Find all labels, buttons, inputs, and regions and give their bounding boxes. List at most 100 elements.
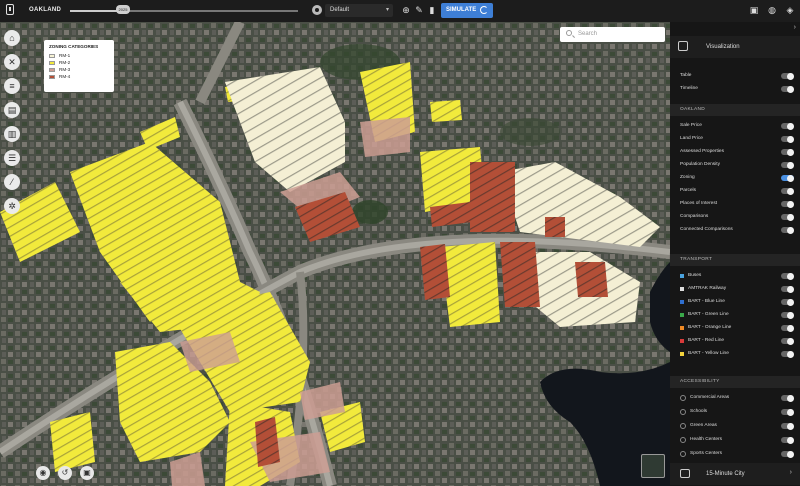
row-population-density: Population Density bbox=[680, 159, 794, 171]
row-label: Buses bbox=[688, 273, 702, 278]
home-icon[interactable]: ⌂ bbox=[4, 30, 20, 46]
toggle-switch[interactable] bbox=[781, 200, 794, 208]
add-icon[interactable]: ⊕ bbox=[401, 5, 411, 15]
row-parcels: Parcels bbox=[680, 185, 794, 197]
row-label: BART - Red Line bbox=[688, 338, 725, 343]
row-label: Land Price bbox=[680, 136, 703, 141]
row-label: Table bbox=[680, 73, 692, 78]
globe-icon[interactable]: ◍ bbox=[767, 5, 777, 15]
radio-icon[interactable] bbox=[680, 451, 686, 457]
section-header-accessibility: ACCESSIBILITY bbox=[670, 376, 800, 388]
zoning-legend: ZONING CATEGORIES RM-1 RM-2 RM-3 RM-4 bbox=[44, 40, 114, 92]
toggle-switch[interactable] bbox=[781, 148, 794, 156]
simulate-label: SIMULATE bbox=[446, 7, 477, 13]
legend-item: RM-1 bbox=[49, 53, 109, 58]
row-label: BART - Orange Line bbox=[688, 325, 732, 330]
search-input[interactable]: Search bbox=[560, 27, 665, 42]
row-label: BART - Green Line bbox=[688, 312, 729, 317]
database-icon[interactable]: ☰ bbox=[4, 150, 20, 166]
chevron-right-icon: › bbox=[789, 469, 792, 476]
row-label: BART - Blue Line bbox=[688, 299, 725, 304]
row-label: Schools bbox=[690, 409, 708, 414]
panel-footer-15-minute-city[interactable]: 15-Minute City › bbox=[670, 463, 800, 485]
legend-swatch bbox=[49, 67, 55, 72]
pencil-icon[interactable]: ✎ bbox=[414, 5, 424, 15]
toggle-switch[interactable] bbox=[781, 187, 794, 195]
row-label: Places of Interest bbox=[680, 201, 718, 206]
radio-icon[interactable] bbox=[680, 437, 686, 443]
timeline-slider[interactable] bbox=[70, 10, 298, 12]
history-icon[interactable]: ↺ bbox=[58, 466, 72, 480]
toggle-switch[interactable] bbox=[781, 135, 794, 143]
toggle-switch[interactable] bbox=[781, 337, 794, 345]
line-color-swatch bbox=[680, 287, 684, 291]
minimap[interactable] bbox=[641, 454, 665, 478]
toggle-switch[interactable] bbox=[781, 161, 794, 169]
tools-icon[interactable]: ✕ bbox=[4, 54, 20, 70]
document-icon[interactable]: ▤ bbox=[4, 102, 20, 118]
panel-title: Visualization bbox=[706, 44, 740, 50]
camera-icon[interactable]: ◉ bbox=[36, 466, 50, 480]
timeline-handle[interactable]: 2025 bbox=[116, 5, 130, 14]
layers-icon[interactable]: ◈ bbox=[785, 5, 795, 15]
row-label: Green Areas bbox=[690, 423, 717, 428]
toggle-switch[interactable] bbox=[781, 122, 794, 130]
radio-icon[interactable] bbox=[680, 423, 686, 429]
legend-label: RM-1 bbox=[59, 53, 71, 58]
brush-icon[interactable]: ⁄ bbox=[4, 174, 20, 190]
legend-title: ZONING CATEGORIES bbox=[49, 44, 99, 49]
screenshot-icon[interactable]: ▣ bbox=[80, 466, 94, 480]
row-land-price: Land Price bbox=[680, 133, 794, 145]
collapse-icon[interactable]: › bbox=[794, 24, 796, 31]
settings-icon[interactable]: ✲ bbox=[4, 198, 20, 214]
toggle-switch[interactable] bbox=[781, 213, 794, 221]
toggle-switch[interactable] bbox=[781, 436, 794, 444]
app-logo-icon bbox=[6, 4, 14, 15]
toggle-switch[interactable] bbox=[781, 85, 794, 93]
toggle-switch[interactable] bbox=[781, 298, 794, 306]
line-color-swatch bbox=[680, 313, 684, 317]
radio-icon[interactable] bbox=[680, 395, 686, 401]
panel-header: Visualization bbox=[670, 36, 800, 58]
toggle-switch[interactable] bbox=[781, 285, 794, 293]
toggle-switch[interactable] bbox=[781, 72, 794, 80]
building-icon[interactable]: ▥ bbox=[4, 126, 20, 142]
top-bar: OAKLAND 2025 Default ▾ ⊕ ✎ ▮ SIMULATE ▣ … bbox=[0, 0, 800, 22]
radio-icon[interactable] bbox=[312, 5, 322, 15]
legend-item: RM-3 bbox=[49, 67, 109, 72]
toggle-switch[interactable] bbox=[781, 324, 794, 332]
toggle-switch[interactable] bbox=[781, 394, 794, 402]
toggle-switch[interactable] bbox=[781, 311, 794, 319]
toggle-switch[interactable] bbox=[781, 408, 794, 416]
legend-swatch bbox=[49, 74, 55, 79]
row-label: Zoning bbox=[680, 175, 695, 180]
preset-select[interactable]: Default ▾ bbox=[325, 4, 393, 17]
legend-item: RM-2 bbox=[49, 60, 109, 65]
toggle-switch[interactable] bbox=[781, 450, 794, 458]
row-places-of-interest: Places of Interest bbox=[680, 198, 794, 210]
row-bart-orange: BART - Orange Line bbox=[680, 322, 794, 334]
legend-label: RM-3 bbox=[59, 67, 71, 72]
row-label: Health Centers bbox=[690, 437, 722, 442]
trash-icon[interactable]: ▮ bbox=[427, 5, 437, 15]
simulate-button[interactable]: SIMULATE bbox=[441, 3, 493, 18]
legend-item: RM-4 bbox=[49, 74, 109, 79]
radio-icon[interactable] bbox=[680, 409, 686, 415]
row-label: Assessed Properties bbox=[680, 149, 724, 154]
legend-swatch bbox=[49, 53, 55, 58]
toggle-switch[interactable] bbox=[781, 174, 794, 182]
toggle-switch[interactable] bbox=[781, 272, 794, 280]
toggle-switch[interactable] bbox=[781, 350, 794, 358]
layers-icon[interactable]: ≡ bbox=[4, 78, 20, 94]
save-icon[interactable]: ▣ bbox=[749, 5, 759, 15]
app-title: OAKLAND bbox=[29, 7, 62, 13]
timeline-fill bbox=[70, 10, 120, 12]
search-icon bbox=[566, 30, 572, 36]
row-label: AMTRAK Railway bbox=[688, 286, 727, 291]
toggle-switch[interactable] bbox=[781, 226, 794, 234]
section-header-transport: TRANSPORT bbox=[670, 254, 800, 266]
row-sale-price: Sale Price bbox=[680, 120, 794, 132]
toggle-switch[interactable] bbox=[781, 422, 794, 430]
map-view[interactable]: ⌂ ✕ ≡ ▤ ▥ ☰ ⁄ ✲ ZONING CATEGORIES RM-1 R… bbox=[0, 22, 670, 486]
row-label: Commercial Areas bbox=[690, 395, 730, 400]
